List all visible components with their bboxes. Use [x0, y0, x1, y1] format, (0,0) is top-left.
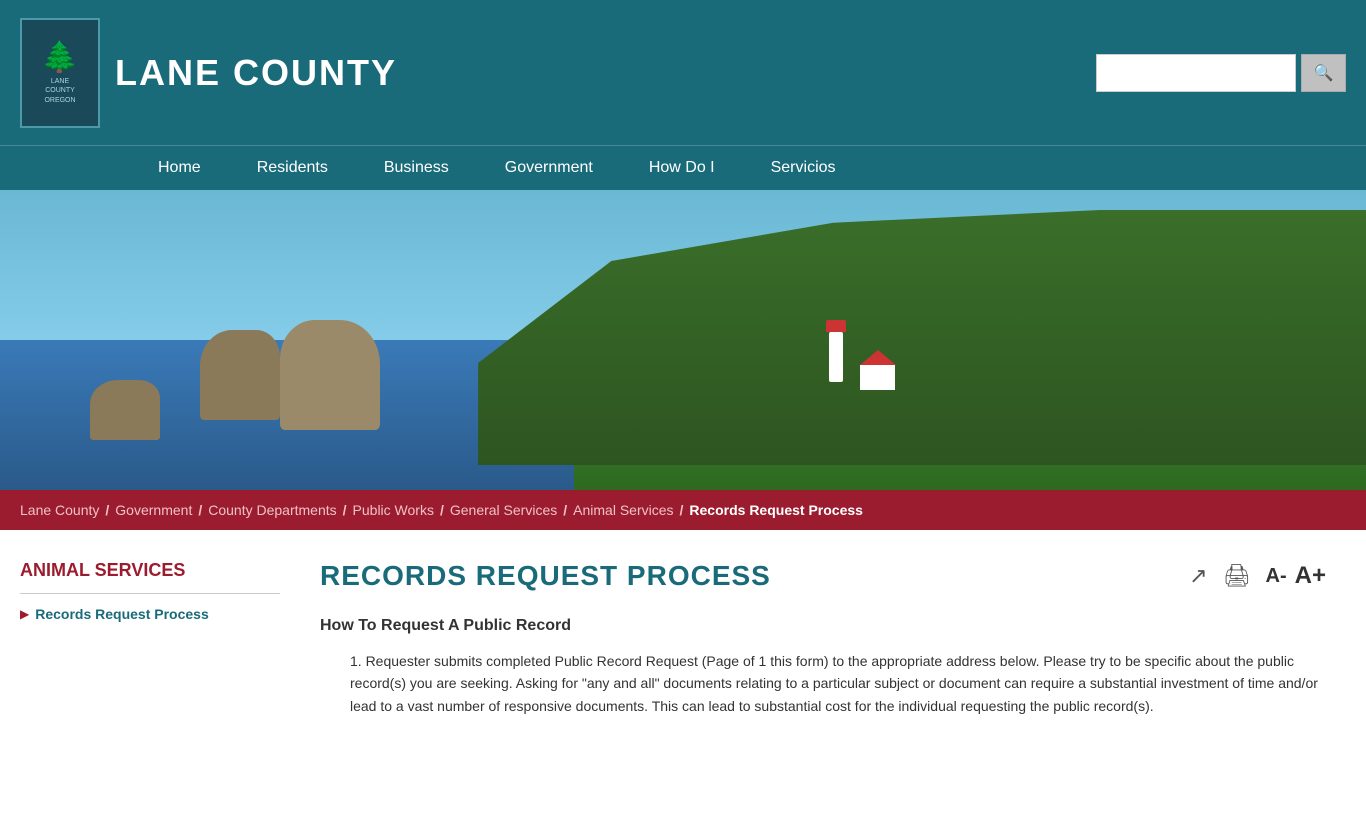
- house-roof: [860, 350, 896, 365]
- nav-business[interactable]: Business: [356, 146, 477, 191]
- logo-box: 🌲 LANECOUNTYOREGON: [20, 18, 100, 128]
- breadcrumb-current: Records Request Process: [689, 502, 863, 518]
- font-increase-button[interactable]: A+: [1295, 562, 1326, 590]
- share-icon[interactable]: ↗: [1189, 563, 1207, 589]
- lighthouse-top: [826, 320, 846, 332]
- tree-icon: 🌲: [41, 40, 78, 75]
- hero-scene: [0, 190, 1366, 490]
- breadcrumb-sep-3: /: [343, 502, 347, 518]
- content-body: 1. Requester submits completed Public Re…: [320, 650, 1326, 717]
- breadcrumb-general-services[interactable]: General Services: [450, 502, 557, 518]
- nav-servicios[interactable]: Servicios: [743, 146, 864, 191]
- content-paragraph-1: 1. Requester submits completed Public Re…: [350, 650, 1326, 717]
- search-button[interactable]: 🔍: [1301, 54, 1346, 92]
- sidebar-item-records-request[interactable]: ▶ Records Request Process: [20, 602, 280, 626]
- search-icon: 🔍: [1314, 63, 1334, 83]
- sidebar-link-records-request[interactable]: Records Request Process: [35, 606, 209, 622]
- logo-subtext: LANECOUNTYOREGON: [44, 77, 75, 104]
- main-nav: Home Residents Business Government How D…: [0, 145, 1366, 190]
- rock-1: [200, 330, 280, 420]
- breadcrumb-sep-4: /: [440, 502, 444, 518]
- breadcrumb-public-works[interactable]: Public Works: [353, 502, 434, 518]
- print-icon[interactable]: 🖨: [1223, 563, 1251, 589]
- breadcrumb-sep-2: /: [198, 502, 202, 518]
- house: [860, 350, 896, 390]
- lighthouse-tower: [829, 332, 843, 382]
- content-wrapper: ANIMAL SERVICES ▶ Records Request Proces…: [0, 530, 1366, 830]
- site-title: LANE COUNTY: [115, 52, 397, 94]
- house-body: [860, 365, 895, 390]
- breadcrumb-county-depts[interactable]: County Departments: [208, 502, 336, 518]
- breadcrumb-sep-1: /: [105, 502, 109, 518]
- hero-image: [0, 190, 1366, 490]
- search-input[interactable]: [1096, 54, 1296, 92]
- breadcrumb-lane-county[interactable]: Lane County: [20, 502, 99, 518]
- font-decrease-button[interactable]: A-: [1266, 565, 1287, 588]
- rock-small: [90, 380, 160, 440]
- lighthouse: [826, 320, 846, 380]
- tools-bar: ↗ 🖨 A- A+: [1189, 562, 1326, 590]
- breadcrumb-sep-6: /: [680, 502, 684, 518]
- font-controls: A- A+: [1266, 562, 1326, 590]
- breadcrumb: Lane County / Government / County Depart…: [0, 490, 1366, 530]
- site-header: 🌲 LANECOUNTYOREGON LANE COUNTY 🔍: [0, 0, 1366, 145]
- section-heading: How To Request A Public Record: [320, 617, 1326, 635]
- sidebar: ANIMAL SERVICES ▶ Records Request Proces…: [20, 550, 280, 810]
- search-area: 🔍: [1096, 54, 1346, 92]
- nav-home[interactable]: Home: [130, 146, 229, 191]
- nav-government[interactable]: Government: [477, 146, 621, 191]
- breadcrumb-government[interactable]: Government: [115, 502, 192, 518]
- nav-residents[interactable]: Residents: [229, 146, 356, 191]
- page-title: RECORDS REQUEST PROCESS: [320, 560, 771, 592]
- arrow-icon: ▶: [20, 607, 29, 621]
- breadcrumb-animal-services[interactable]: Animal Services: [573, 502, 673, 518]
- content-header: RECORDS REQUEST PROCESS ↗ 🖨 A- A+: [320, 560, 1326, 592]
- site-logo[interactable]: 🌲 LANECOUNTYOREGON LANE COUNTY: [20, 18, 397, 128]
- rock-2: [280, 320, 380, 430]
- sidebar-section-title: ANIMAL SERVICES: [20, 560, 280, 581]
- main-content: RECORDS REQUEST PROCESS ↗ 🖨 A- A+ How To…: [300, 550, 1346, 810]
- breadcrumb-sep-5: /: [563, 502, 567, 518]
- nav-how-do-i[interactable]: How Do I: [621, 146, 743, 191]
- sidebar-divider: [20, 593, 280, 594]
